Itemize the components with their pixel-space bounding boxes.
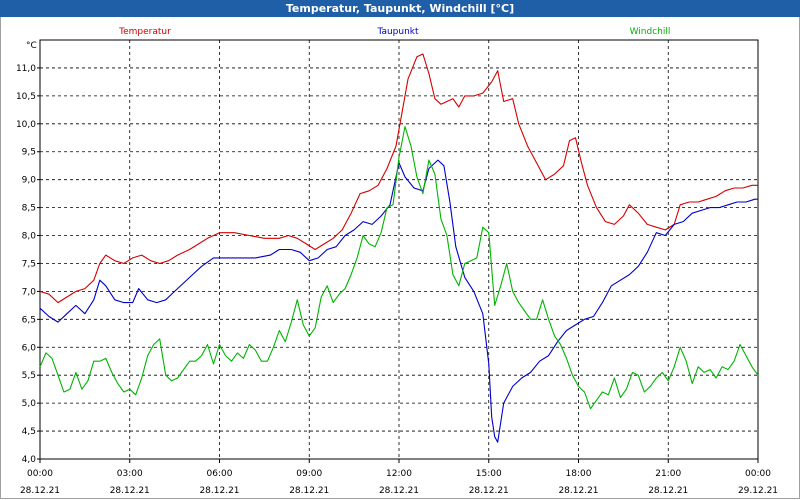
x-tick-time-label: 18:00 — [566, 469, 592, 479]
y-tick-label: 8,0 — [22, 232, 37, 242]
x-tick-date-label: 28.12.21 — [558, 486, 598, 496]
x-tick-time-label: 00:00 — [745, 469, 771, 479]
y-tick-label: 4,5 — [22, 427, 36, 437]
x-tick-time-label: 12:00 — [386, 469, 412, 479]
y-tick-label: 10,5 — [16, 92, 36, 102]
y-tick-label: 6,5 — [22, 315, 36, 325]
x-tick-date-label: 28.12.21 — [199, 486, 239, 496]
y-tick-label: 9,0 — [22, 176, 37, 186]
x-tick-date-label: 29.12.21 — [738, 486, 778, 496]
y-tick-label: 8,5 — [22, 204, 36, 214]
legend-entry-taupunkt: Taupunkt — [376, 27, 419, 37]
x-tick-date-label: 28.12.21 — [648, 486, 688, 496]
y-tick-label: 10,0 — [16, 120, 36, 130]
x-tick-time-label: 09:00 — [296, 469, 322, 479]
x-tick-date-label: 28.12.21 — [289, 486, 329, 496]
y-tick-label: 5,0 — [22, 399, 37, 409]
line-chart: 4,0 4,5 5,0 5,5 6,0 6,5 7,0 7,5 8,0 8,5 9,0 9,5 10,0… — [16, 27, 778, 496]
x-tick-date-label: 28.12.21 — [379, 486, 419, 496]
y-tick-label: 7,0 — [22, 287, 37, 297]
x-tick-date-label: 28.12.21 — [469, 486, 509, 496]
x-tick-time-label: 06:00 — [207, 469, 233, 479]
legend-entry-temperatur: Temperatur — [118, 27, 171, 37]
y-tick-label: 6,0 — [22, 343, 37, 353]
x-tick-time-label: 21:00 — [655, 469, 681, 479]
y-tick-label: 11,0 — [16, 64, 36, 74]
y-tick-label: 9,5 — [22, 148, 36, 158]
y-tick-label: 5,5 — [22, 371, 36, 381]
x-tick-date-label: 28.12.21 — [110, 486, 150, 496]
y-tick-label: 4,0 — [22, 455, 37, 465]
y-axis-unit-label: °C — [26, 41, 37, 51]
y-tick-label: 7,5 — [22, 259, 36, 269]
x-tick-time-label: 00:00 — [27, 469, 53, 479]
x-tick-time-label: 03:00 — [117, 469, 143, 479]
legend-entry-windchill: Windchill — [630, 27, 671, 37]
x-tick-date-label: 28.12.21 — [20, 486, 60, 496]
x-tick-time-label: 15:00 — [476, 469, 502, 479]
